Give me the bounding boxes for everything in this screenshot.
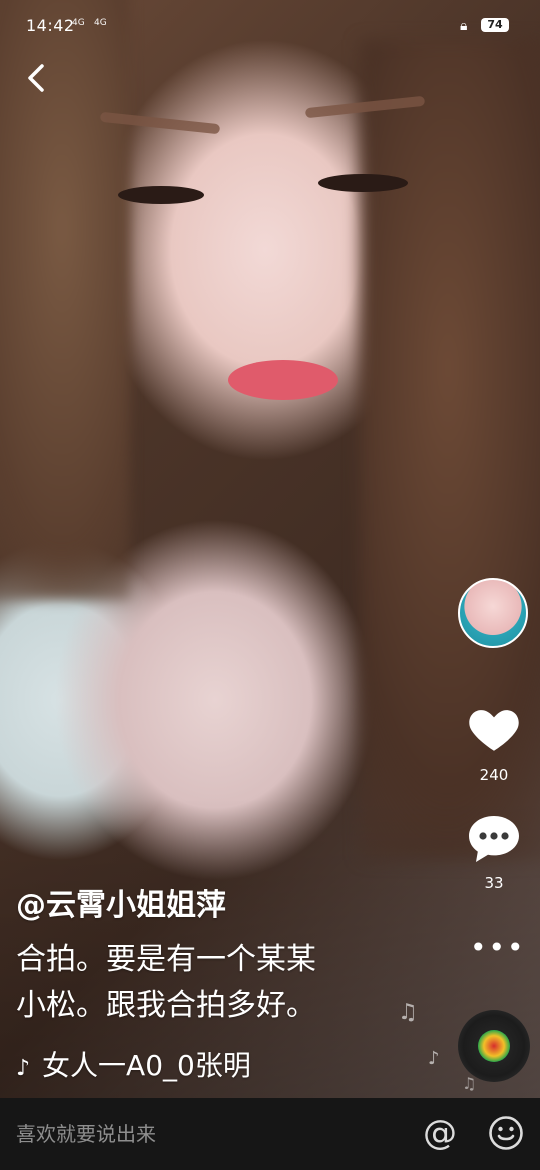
heart-icon [469, 710, 519, 751]
music-disc[interactable] [458, 1010, 530, 1082]
comment-button[interactable] [466, 812, 522, 868]
status-bar: 14:42 4G 4G 🔒︎ 74 [0, 0, 540, 56]
status-time: 14:42 [26, 16, 75, 35]
video-caption: 合拍。要是有一个某某 小松。跟我合拍多好。 [16, 937, 406, 1029]
more-dots-icon: ••• [470, 931, 526, 964]
chevron-left-icon [28, 64, 44, 92]
comment-input[interactable] [0, 1098, 400, 1170]
video-player[interactable] [0, 0, 540, 1098]
mention-button[interactable]: @ [420, 1114, 460, 1154]
music-note-icon: ♪ [16, 1056, 31, 1081]
video-frame-hair-left [0, 0, 130, 600]
author-name[interactable]: @云霄小姐姐萍 [16, 880, 226, 924]
music-note-icon: ♪ [428, 1048, 440, 1069]
music-note-icon: ♫ [462, 1074, 477, 1093]
lock-icon: 🔒︎ [460, 18, 468, 34]
music-name: 女人一A0_0张明 [42, 1049, 251, 1082]
chat-bubble-icon [469, 816, 519, 862]
back-button[interactable] [22, 60, 50, 98]
caption-line: 合拍。要是有一个某某 [16, 942, 316, 977]
more-button[interactable]: ••• [470, 930, 524, 966]
music-disc-cover [478, 1030, 510, 1062]
smiley-icon [489, 1116, 523, 1150]
caption-line: 小松。跟我合拍多好。 [16, 988, 316, 1023]
signal-icon: 4G [94, 18, 107, 28]
music-title[interactable]: ♪ 女人一A0_0张明 [16, 1044, 251, 1084]
video-frame-eye [318, 174, 408, 192]
at-icon: @ [423, 1113, 457, 1153]
battery-indicator: 74 [481, 18, 509, 32]
emoji-button[interactable] [488, 1115, 524, 1151]
author-avatar[interactable] [458, 578, 528, 648]
comment-bar: @ [0, 1098, 540, 1170]
like-count: 240 [479, 766, 509, 784]
video-frame-lips [228, 360, 338, 400]
signal-icon: 4G [72, 18, 85, 28]
video-frame-eye [118, 186, 204, 204]
comment-count: 33 [484, 874, 504, 892]
like-button[interactable] [465, 700, 523, 758]
